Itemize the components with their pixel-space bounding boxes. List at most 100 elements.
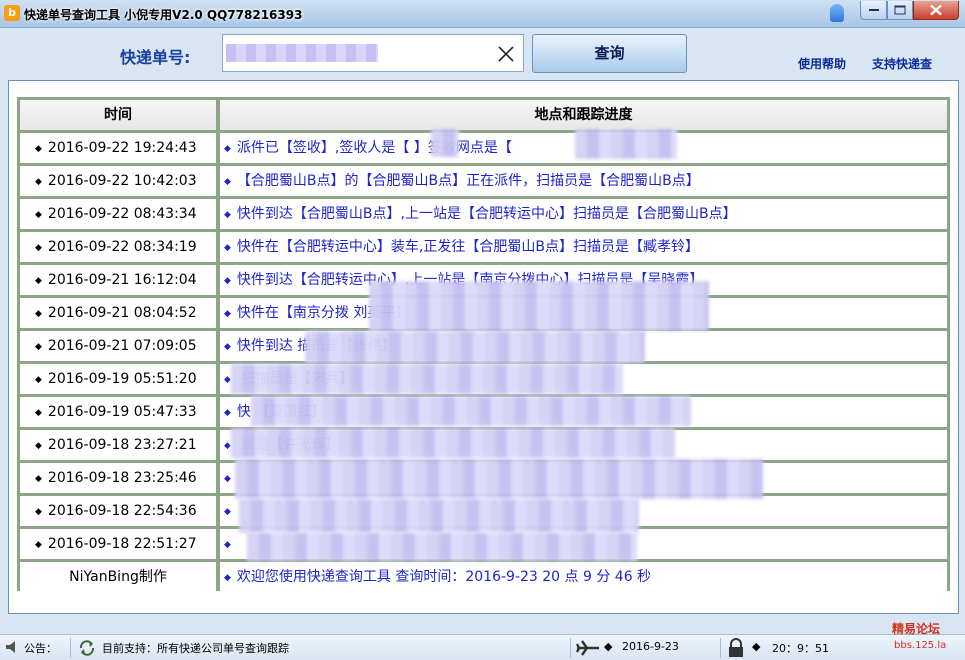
column-header-tracking: 地点和跟踪进度 [220,100,947,130]
time-cell: ◆ 2016-09-22 08:43:34 [20,199,216,229]
bullet-icon: ◆ [35,342,42,352]
tracking-text: 快 【莫国红】 [236,404,326,420]
tracking-cell: ◆ [220,496,947,526]
bullet-icon: ◆ [224,210,231,220]
tracking-cell: ◆ 【合肥蜀山B点】的【合肥蜀山B点】正在派件，扫描员是【合肥蜀山B点】 [220,166,947,196]
table-row[interactable]: ◆ 2016-09-21 07:09:05 ◆ 快件到达 描员是【张伟】 [20,331,947,361]
table-row[interactable]: ◆ 2016-09-18 22:51:27 ◆ [20,529,947,559]
tracking-text: 员是【许光辉】 [236,437,340,453]
supported-couriers-link[interactable]: 支持快递查 [872,55,932,72]
time-cell: ◆ 2016-09-18 22:51:27 [20,529,216,559]
column-header-time: 时间 [20,100,216,130]
lamp-icon[interactable] [830,4,844,22]
time-cell: ◆ 2016-09-21 08:04:52 [20,298,216,328]
bullet-icon: ◆ [224,243,231,253]
table-row[interactable]: ◆ 2016-09-18 23:25:46 ◆ [20,463,947,493]
bullet-icon: ◆ [35,375,42,385]
tracking-number-label: 快递单号: [120,48,191,67]
tracking-cell: ◆ 快件到达【合肥转运中心】,上一站是【南京分拨中心】扫描员是【吴晓霞】 [220,265,947,295]
status-bar: 公告： 目前支持：所有快递公司单号查询跟踪 ◆ 2016-9-23 ◆ 20：9… [0,634,965,660]
bullet-icon: ◆ [35,210,42,220]
status-divider [70,638,71,658]
status-date: 2016-9-23 [622,640,679,653]
table-row[interactable]: ◆ 2016-09-21 16:12:04 ◆ 快件到达【合肥转运中心】,上一站是【南… [20,265,947,295]
clear-icon[interactable] [495,43,517,65]
table-row[interactable]: ◆ 2016-09-21 08:04:52 ◆ 快件在【南京分拨 刘英平】 [20,298,947,328]
table-row[interactable]: ◆ 2016-09-19 05:51:20 ◆ 扫描员是【宋兵】 [20,364,947,394]
bullet-icon: ◆ [35,243,42,253]
time-value: 2016-09-18 22:51:27 [47,536,197,552]
close-button[interactable] [913,1,959,20]
time-value: 2016-09-22 19:24:43 [47,140,197,156]
time-value: 2016-09-19 05:51:20 [47,371,197,387]
bullet-icon: ◆ [224,342,231,352]
time-value: 2016-09-22 08:43:34 [47,206,197,222]
tracking-table: 时间 地点和跟踪进度 ◆ 2016-09-22 19:24:43 ◆ 派件已【签收】,… [17,97,950,592]
status-divider [570,638,571,658]
tracking-cell: ◆ 员是【许光辉】 [220,430,947,460]
help-link[interactable]: 使用帮助 [798,55,846,72]
author-credit: NiYanBing制作 [20,562,216,592]
time-cell: ◆ 2016-09-22 19:24:43 [20,133,216,163]
bullet-icon: ◆ [224,441,231,451]
tracking-cell: ◆ [220,463,947,493]
time-value: 2016-09-18 23:27:21 [47,437,197,453]
search-button[interactable]: 查询 [532,34,687,73]
welcome-cell: ◆ 欢迎您使用快递查询工具 查询时间：2016-9-23 20 点 9 分 46 … [220,562,947,592]
support-status-text: 目前支持：所有快递公司单号查询跟踪 [102,642,289,655]
tracking-cell: ◆ 快件在【南京分拨 刘英平】 [220,298,947,328]
table-row[interactable]: ◆ 2016-09-22 08:34:19 ◆ 快件在【合肥转运中心】装车,正发往【合… [20,232,947,262]
bullet-icon: ◆ [35,474,42,484]
tracking-number-value-redacted [226,44,378,62]
bullet-icon: ◆ [224,309,231,319]
bullet-icon: ◆ [35,507,42,517]
tracking-cell: ◆ 派件已【签收】,签收人是【 】签收网点是【 [220,133,947,163]
bullet-icon: ◆ [224,144,231,154]
time-cell: ◆ 2016-09-21 16:12:04 [20,265,216,295]
minimize-icon [868,9,879,11]
tracking-cell: ◆ 快 【莫国红】 [220,397,947,427]
table-row[interactable]: ◆ 2016-09-18 23:27:21 ◆ 员是【许光辉】 [20,430,947,460]
tracking-cell: ◆ [220,529,947,559]
status-time: 20：9：51 [772,642,829,655]
tracking-text: 扫描员是【宋兵】 [236,371,354,387]
notice-label: 公告： [24,642,57,655]
maximize-button[interactable] [887,1,913,20]
bullet-icon: ◆ [224,408,231,418]
time-bullet: ◆ [752,640,761,653]
tracking-text: 【合肥蜀山B点】的【合肥蜀山B点】正在派件，扫描员是【合肥蜀山B点】 [236,173,700,189]
time-cell: ◆ 2016-09-22 08:34:19 [20,232,216,262]
time-value: 2016-09-21 07:09:05 [47,338,197,354]
time-value: 2016-09-21 08:04:52 [47,305,197,321]
refresh-icon [79,640,95,656]
title-bar: b 快递单号查询工具 小倪专用V2.0 QQ778216393 [0,0,965,28]
airplane-icon [576,640,599,656]
time-cell: ◆ 2016-09-18 22:54:36 [20,496,216,526]
time-value: 2016-09-21 16:12:04 [47,272,197,288]
table-row[interactable]: ◆ 2016-09-18 22:54:36 ◆ [20,496,947,526]
table-row[interactable]: ◆ 2016-09-22 19:24:43 ◆ 派件已【签收】,签收人是【 】签收网点… [20,133,947,163]
tracking-cell: ◆ 快件到达 描员是【张伟】 [220,331,947,361]
time-value: 2016-09-19 05:47:33 [47,404,197,420]
bullet-icon: ◆ [224,540,231,550]
tracking-text: 快件在【南京分拨 刘英平】 [236,305,410,321]
tracking-text: 快件在【合肥转运中心】装车,正发往【合肥蜀山B点】扫描员是【臧孝铃】 [236,239,699,255]
bullet-icon: ◆ [224,507,231,517]
table-row[interactable]: ◆ 2016-09-22 08:43:34 ◆ 快件到达【合肥蜀山B点】,上一站是【合… [20,199,947,229]
table-row[interactable]: ◆ 2016-09-22 10:42:03 ◆ 【合肥蜀山B点】的【合肥蜀山B点】正在… [20,166,947,196]
bullet-icon: ◆ [35,276,42,286]
tracking-number-input[interactable] [222,34,524,72]
time-cell: ◆ 2016-09-19 05:51:20 [20,364,216,394]
results-panel: 时间 地点和跟踪进度 ◆ 2016-09-22 19:24:43 ◆ 派件已【签收】,… [8,80,959,614]
date-bullet: ◆ [604,640,613,653]
app-logo-icon: b [4,5,20,21]
bullet-icon: ◆ [35,309,42,319]
footer-row: NiYanBing制作 ◆ 欢迎您使用快递查询工具 查询时间：2016-9-23 2… [20,562,947,592]
status-divider [720,638,721,658]
bullet-icon: ◆ [35,177,42,187]
time-cell: ◆ 2016-09-22 10:42:03 [20,166,216,196]
minimize-button[interactable] [860,1,887,20]
table-row[interactable]: ◆ 2016-09-19 05:47:33 ◆ 快 【莫国红】 [20,397,947,427]
window-title: 快递单号查询工具 小倪专用V2.0 QQ778216393 [24,8,303,22]
tracking-text: 派件已【签收】,签收人是【 】签收网点是【 [236,140,512,156]
